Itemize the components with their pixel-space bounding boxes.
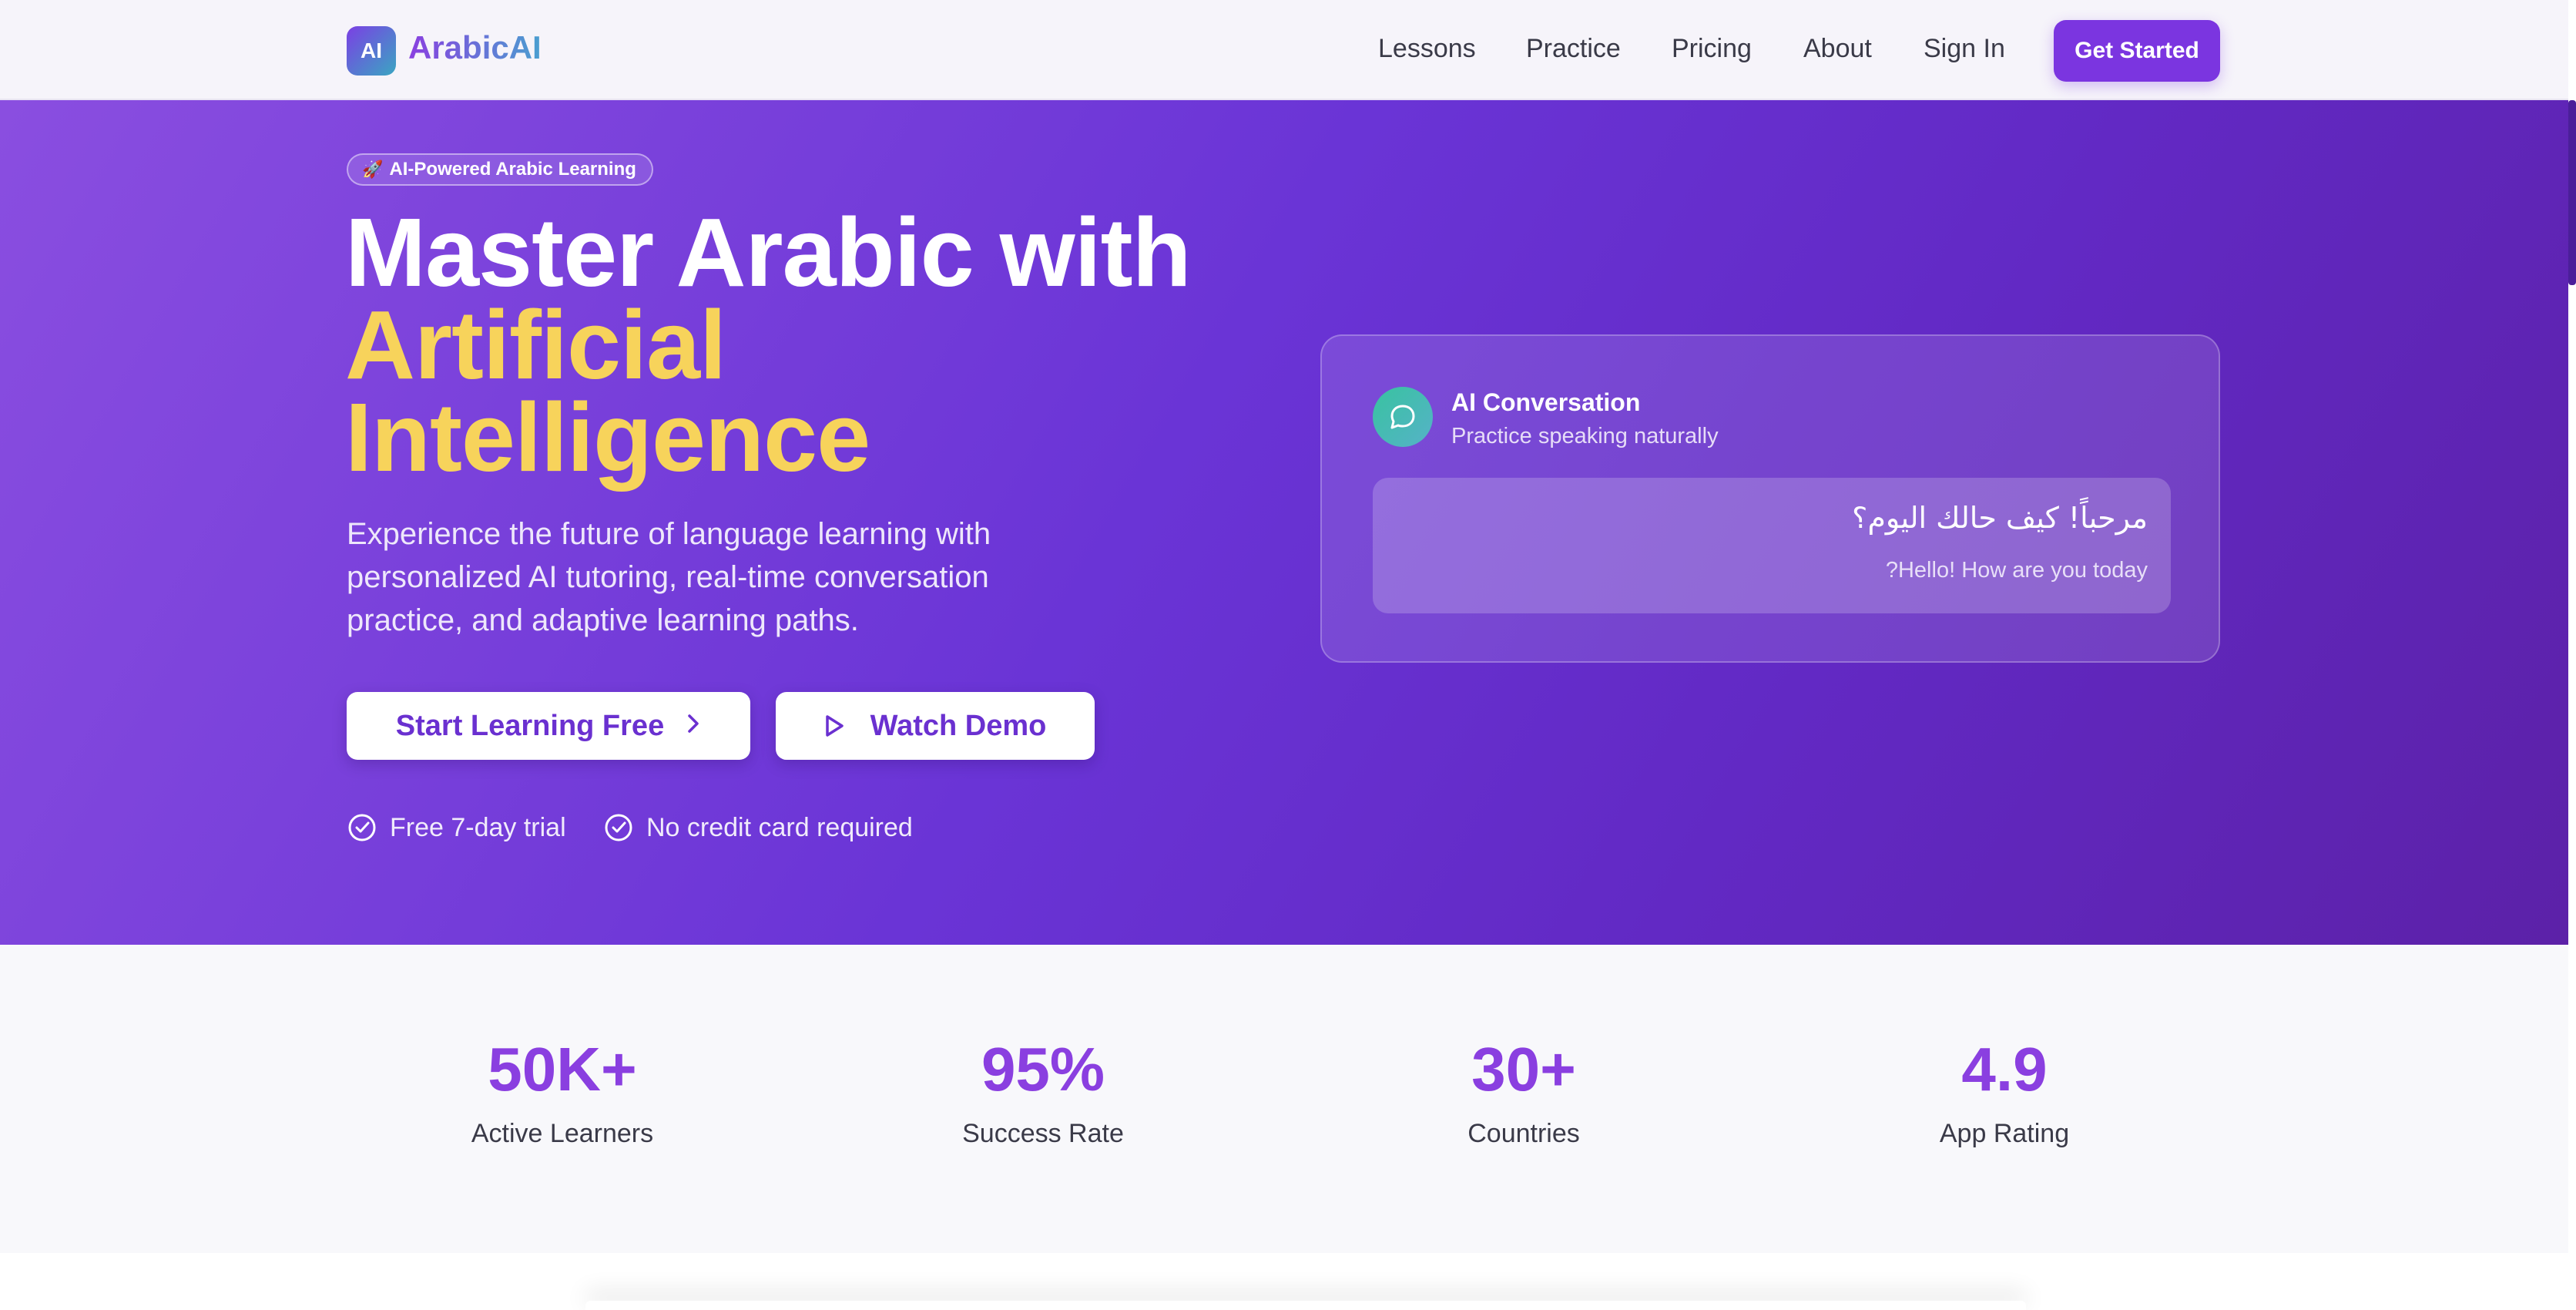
start-learning-label: Start Learning Free <box>395 709 665 742</box>
hero-headline-yellow-1: Artificial <box>345 291 726 399</box>
perk-free-trial: Free 7-day trial <box>347 812 566 843</box>
card-subtitle: Practice speaking naturally <box>1451 424 1719 448</box>
message-bubble: مرحباً! كيف حالك اليوم؟ ?Hello! How are … <box>1373 478 2171 613</box>
play-icon <box>824 714 844 737</box>
start-learning-button[interactable]: Start Learning Free <box>347 692 750 760</box>
stat-value: 95% <box>981 1035 1105 1103</box>
nav-link-pricing[interactable]: Pricing <box>1672 34 1752 64</box>
stat-value: 30+ <box>1471 1035 1576 1103</box>
hero-badge-label: AI-Powered Arabic Learning <box>389 159 636 180</box>
stat-app-rating: 4.9 App Rating <box>1812 1039 2197 1149</box>
next-section-card-edge <box>585 1301 2026 1310</box>
stat-label: Active Learners <box>471 1119 654 1148</box>
ai-conversation-card: AI Conversation Practice speaking natura… <box>1320 334 2220 663</box>
logo-mark[interactable]: AI <box>347 26 396 76</box>
message-translation: ?Hello! How are you today <box>1885 558 2148 583</box>
nav-link-about[interactable]: About <box>1803 34 1872 64</box>
watch-demo-button[interactable]: Watch Demo <box>776 692 1095 760</box>
hero-headline-yellow-2: Intelligence <box>345 383 870 492</box>
nav-link-lessons[interactable]: Lessons <box>1378 34 1476 64</box>
stat-value: 4.9 <box>1961 1035 2048 1103</box>
stat-label: Countries <box>1467 1119 1580 1148</box>
stat-active-learners: 50K+ Active Learners <box>370 1039 755 1149</box>
stat-countries: 30+ Countries <box>1331 1039 1716 1149</box>
hero-badge: 🚀 AI-Powered Arabic Learning <box>347 153 653 186</box>
check-circle-icon <box>347 812 377 843</box>
nav-link-sign-in[interactable]: Sign In <box>1924 34 2005 64</box>
hero-headline: Master Arabic with Artificial Intelligen… <box>345 204 1270 492</box>
stat-value: 50K+ <box>488 1035 637 1103</box>
hero-subtitle: Experience the future of language learni… <box>347 517 991 637</box>
rocket-icon: 🚀 <box>362 160 384 179</box>
perk-label: Free 7-day trial <box>390 812 566 842</box>
chevron-right-icon <box>686 711 701 741</box>
top-navbar: AI ArabicAI Lessons Practice Pricing Abo… <box>0 0 2568 100</box>
chat-bubble-icon <box>1373 387 1433 447</box>
scrollbar-thumb[interactable] <box>2568 100 2576 285</box>
stat-label: Success Rate <box>962 1119 1124 1148</box>
stat-label: App Rating <box>1939 1119 2070 1148</box>
perk-no-credit-card: No credit card required <box>603 812 913 843</box>
stats-section: 50K+ Active Learners 95% Success Rate 30… <box>0 945 2568 1253</box>
nav-link-practice[interactable]: Practice <box>1526 34 1621 64</box>
check-circle-icon <box>603 812 634 843</box>
watch-demo-label: Watch Demo <box>870 709 1047 742</box>
brand-name[interactable]: ArabicAI <box>408 29 542 66</box>
card-title: AI Conversation <box>1451 388 1641 416</box>
stat-success-rate: 95% Success Rate <box>850 1039 1236 1149</box>
arabic-message: مرحباً! كيف حالك اليوم؟ <box>1852 501 2148 535</box>
perk-label: No credit card required <box>646 812 913 842</box>
get-started-button[interactable]: Get Started <box>2054 20 2220 82</box>
